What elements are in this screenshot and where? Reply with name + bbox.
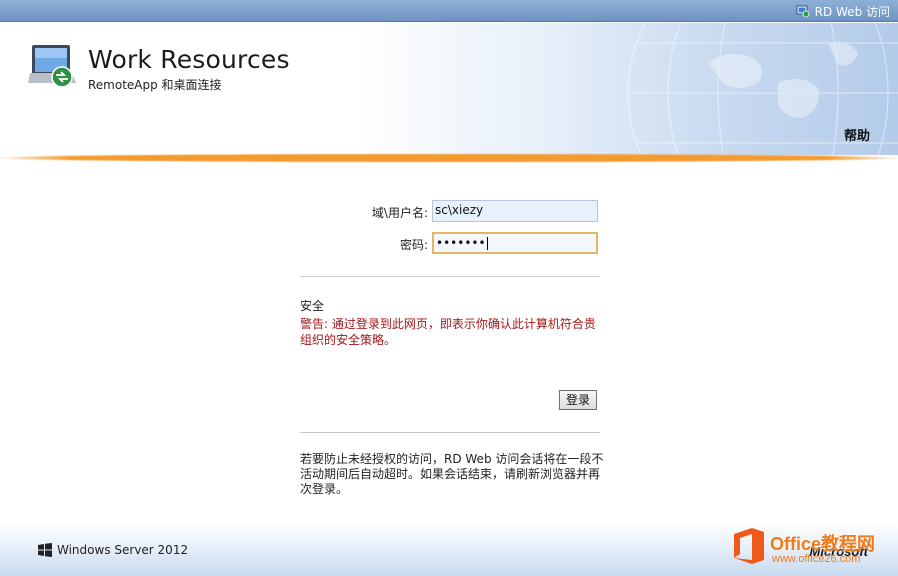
app-title: Work Resources xyxy=(88,45,290,74)
password-field[interactable]: ••••••• xyxy=(432,232,598,254)
rd-web-icon xyxy=(796,5,810,18)
timeout-notice: 若要防止未经授权的访问，RD Web 访问会话将在一段不活动期间后自动超时。如果… xyxy=(300,452,604,496)
office-logo-icon xyxy=(734,528,764,564)
text-caret xyxy=(486,237,488,250)
help-link[interactable]: 帮助 xyxy=(844,125,870,144)
header: Work Resources RemoteApp 和桌面连接 帮助 xyxy=(0,23,898,155)
top-bar: RD Web 访问 xyxy=(0,0,898,22)
watermark-url: www.office26.com xyxy=(772,553,861,565)
username-label: 域\用户名: xyxy=(371,206,428,220)
password-label: 密码: xyxy=(399,238,428,252)
password-row: 密码: ••••••• xyxy=(300,232,600,254)
windows-server-label: Windows Server 2012 xyxy=(57,543,189,557)
app-subtitle: RemoteApp 和桌面连接 xyxy=(88,78,222,92)
remote-desktop-icon xyxy=(28,45,76,88)
username-row: 域\用户名: sc\xiezy xyxy=(300,200,600,222)
security-warning: 警告: 通过登录到此网页，即表示你确认此计算机符合贵组织的安全策略。 xyxy=(300,317,596,347)
username-field[interactable]: sc\xiezy xyxy=(432,200,598,222)
divider xyxy=(300,276,600,277)
password-mask: ••••••• xyxy=(436,236,486,250)
footer: Windows Server 2012 Microsoft Office教程网 … xyxy=(0,522,898,576)
watermark: Office教程网 www.office26.com xyxy=(730,522,892,574)
windows-logo-icon xyxy=(38,543,52,557)
divider xyxy=(300,432,600,433)
header-divider xyxy=(0,154,898,162)
security-heading: 安全 xyxy=(300,299,325,313)
sign-in-button[interactable]: 登录 xyxy=(559,390,597,410)
rd-web-access-link[interactable]: RD Web 访问 xyxy=(796,2,890,20)
globe-background-graphic xyxy=(627,23,898,155)
topbar-title: RD Web 访问 xyxy=(814,4,890,19)
